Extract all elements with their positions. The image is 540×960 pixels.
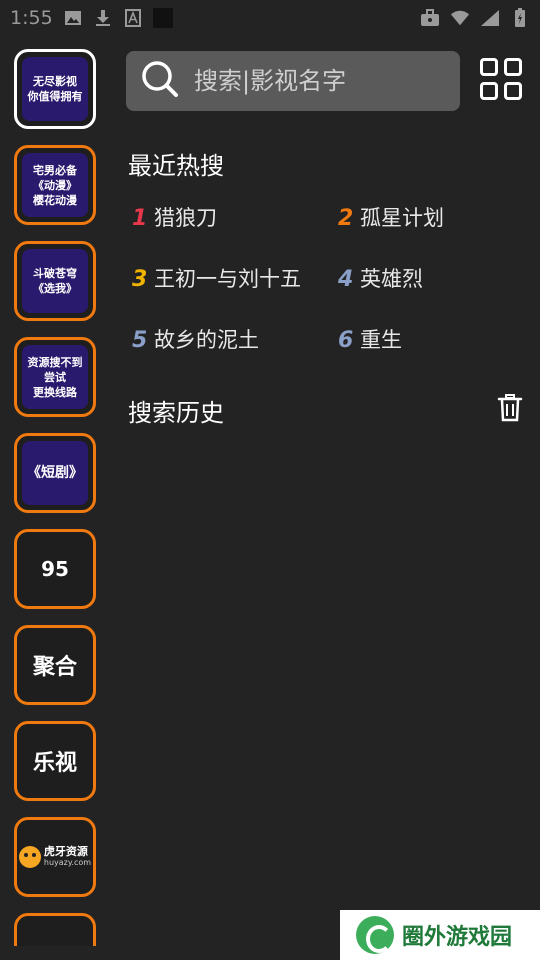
source-line: 《动漫》 bbox=[33, 178, 77, 192]
hot-rank: 5 bbox=[132, 328, 148, 353]
signal-icon bbox=[480, 8, 500, 28]
source-item-doupo[interactable]: 斗破苍穹 《选我》 bbox=[14, 241, 96, 321]
hot-rank: 6 bbox=[338, 328, 354, 353]
logo-title: 虎牙资源 bbox=[43, 845, 88, 858]
a-icon bbox=[123, 8, 143, 28]
hot-item[interactable]: 3 王初一与刘十五 bbox=[132, 263, 301, 293]
hot-search-title: 最近热搜 bbox=[128, 152, 224, 180]
source-line: 无尽影视 bbox=[33, 75, 77, 88]
source-tile: 宅男必备 《动漫》 樱花动漫 bbox=[22, 153, 88, 217]
source-label: 聚合 bbox=[32, 655, 77, 680]
square-icon bbox=[152, 8, 173, 28]
logo-subtitle: huyazy.com bbox=[43, 858, 92, 867]
source-tile: 斗破苍穹 《选我》 bbox=[22, 249, 88, 313]
source-line: 你值得拥有 bbox=[27, 90, 83, 103]
source-item-juhe[interactable]: 聚合 bbox=[14, 625, 96, 705]
image-icon bbox=[63, 8, 83, 28]
source-item-wujin[interactable]: 无尽影视 你值得拥有 bbox=[14, 49, 96, 129]
hot-name: 英雄烈 bbox=[360, 267, 423, 291]
source-tile: 《短剧》 bbox=[22, 441, 88, 505]
grid-cell bbox=[504, 82, 522, 100]
source-item-change-line[interactable]: 资源搜不到 尝试 更换线路 bbox=[14, 337, 96, 417]
source-line: 尝试 bbox=[44, 370, 66, 384]
hot-name: 重生 bbox=[360, 328, 402, 352]
source-line: 斗破苍穹 bbox=[33, 267, 77, 280]
grid-cell bbox=[480, 58, 498, 76]
hot-name: 猎狼刀 bbox=[154, 206, 217, 230]
source-line: 宅男必备 bbox=[33, 163, 77, 177]
status-bar: 1:55 bbox=[0, 0, 540, 36]
source-item-leshi[interactable]: 乐视 bbox=[14, 721, 96, 801]
source-sidebar[interactable]: 无尽影视你值得拥有 宅男必备 《动漫》 樱花动漫 斗破苍穹《选我》 资源搜不到 尝试更… bbox=[0, 36, 110, 946]
source-line: 《选我》 bbox=[33, 282, 77, 295]
trash-icon[interactable] bbox=[497, 394, 523, 422]
source-tile: 无尽影视 你值得拥有 bbox=[22, 57, 88, 121]
source-line: 资源搜不到 bbox=[27, 355, 83, 369]
huya-logo: 虎牙资源 huyazy.com bbox=[18, 845, 92, 868]
hot-name: 王初一与刘十五 bbox=[154, 267, 301, 291]
source-item-duanju[interactable]: 《短剧》 bbox=[14, 433, 96, 513]
source-line: 更换线路 bbox=[33, 385, 77, 399]
watermark-text: 圈外游戏园 bbox=[402, 925, 513, 950]
download-icon bbox=[93, 8, 113, 28]
search-history-title: 搜索历史 bbox=[128, 399, 224, 427]
search-icon bbox=[140, 59, 180, 103]
hot-rank: 2 bbox=[338, 206, 354, 231]
grid-cell bbox=[504, 58, 522, 76]
site-logo-icon bbox=[356, 916, 394, 954]
source-line: 樱花动漫 bbox=[33, 193, 77, 207]
watermark-banner: 圈外游戏园 bbox=[340, 910, 540, 960]
hot-item[interactable]: 5 故乡的泥土 bbox=[132, 324, 259, 354]
hot-item[interactable]: 4 英雄烈 bbox=[338, 263, 423, 293]
source-label: 乐视 bbox=[32, 751, 77, 776]
hot-item[interactable]: 2 孤星计划 bbox=[338, 202, 444, 232]
briefcase-icon bbox=[420, 8, 440, 28]
wifi-icon bbox=[450, 8, 470, 28]
source-item-partial[interactable] bbox=[14, 913, 96, 946]
hot-item[interactable]: 6 重生 bbox=[338, 324, 402, 354]
grid-view-button[interactable] bbox=[480, 58, 524, 102]
hot-rank: 3 bbox=[132, 267, 148, 292]
source-item-huya[interactable]: 虎牙资源 huyazy.com bbox=[14, 817, 96, 897]
hot-name: 孤星计划 bbox=[360, 206, 444, 230]
source-label: 95 bbox=[41, 557, 69, 581]
search-input[interactable] bbox=[194, 67, 444, 95]
hot-rank: 4 bbox=[338, 267, 354, 292]
battery-icon bbox=[510, 8, 530, 28]
hot-rank: 1 bbox=[132, 206, 148, 231]
source-line: 《短剧》 bbox=[27, 464, 83, 481]
hot-item[interactable]: 1 猎狼刀 bbox=[132, 202, 217, 232]
source-tile: 资源搜不到 尝试 更换线路 bbox=[22, 345, 88, 409]
source-item-yinghua[interactable]: 宅男必备 《动漫》 樱花动漫 bbox=[14, 145, 96, 225]
status-time: 1:55 bbox=[10, 7, 53, 29]
hot-name: 故乡的泥土 bbox=[154, 328, 259, 352]
source-item-95[interactable]: 95 bbox=[14, 529, 96, 609]
grid-cell bbox=[480, 82, 498, 100]
search-box[interactable] bbox=[126, 51, 460, 111]
tiger-face-icon bbox=[18, 846, 41, 868]
